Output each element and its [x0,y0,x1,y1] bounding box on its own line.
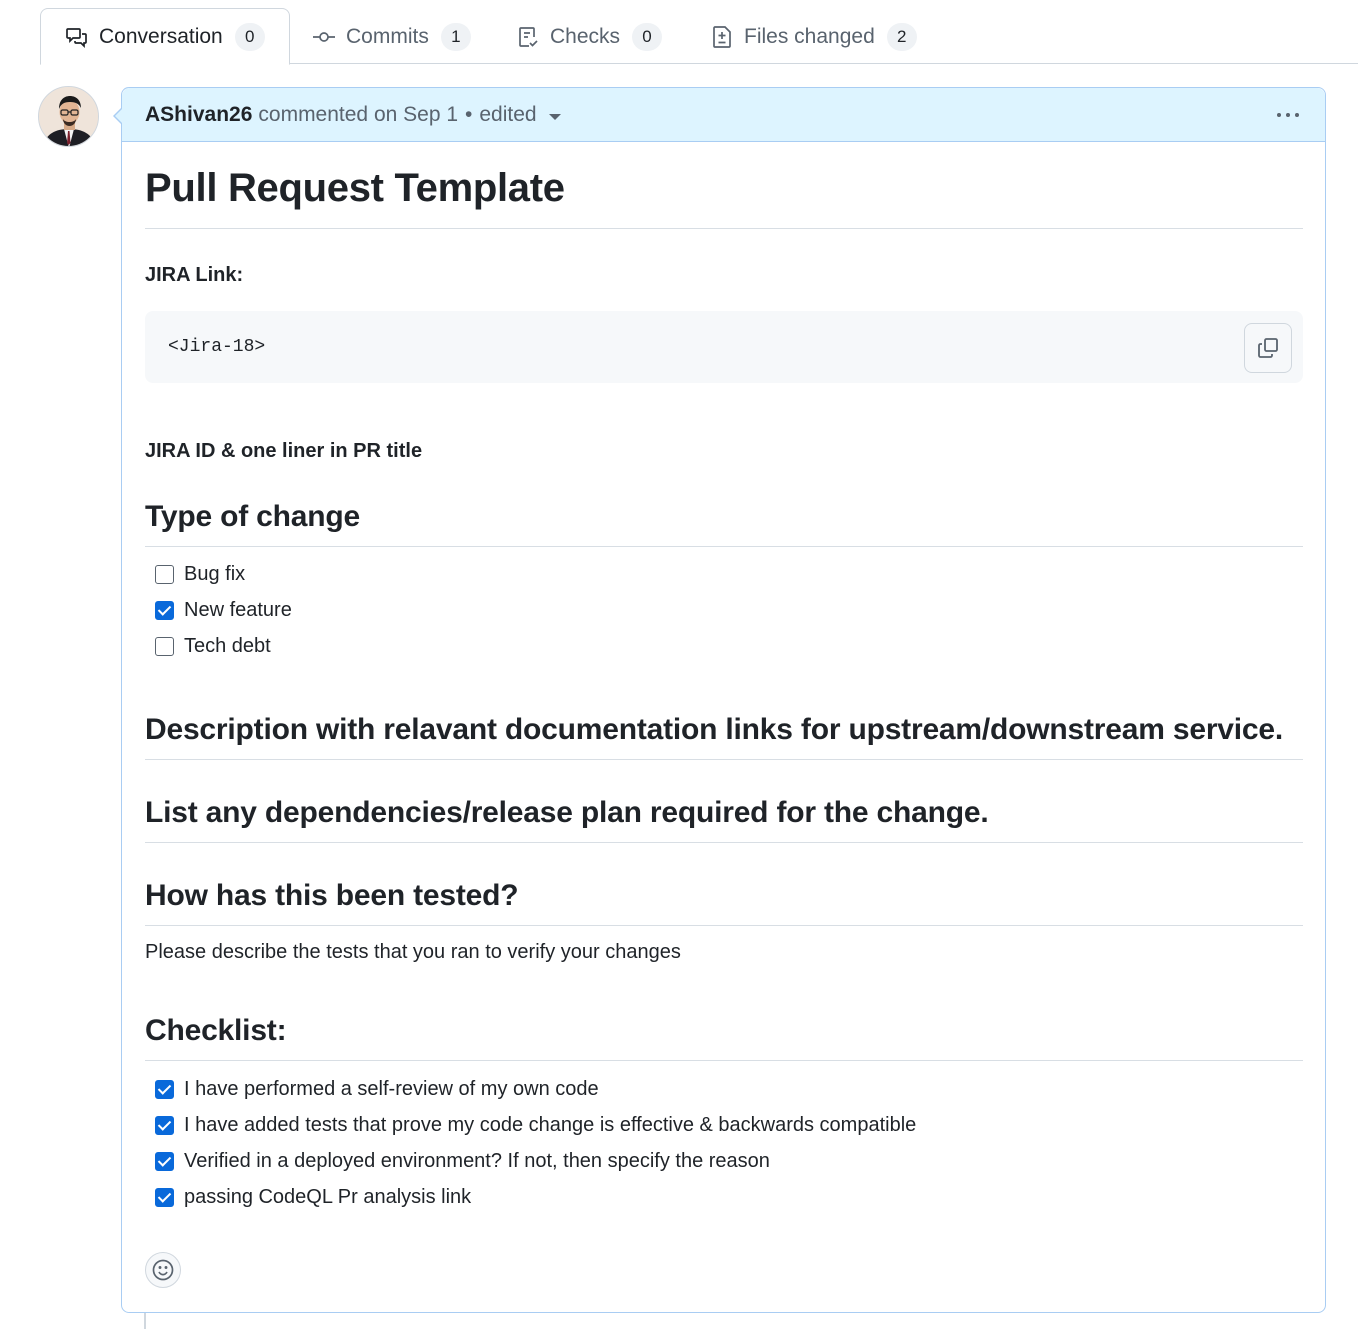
description-heading: Description with relavant documentation … [145,713,1284,746]
checkbox-verified-deployed[interactable] [155,1152,174,1171]
comment-header: AShivan26 commented on Sep 1 • edited [122,88,1325,142]
checkbox-new-feature[interactable] [155,601,174,620]
add-reaction-button[interactable] [145,1252,181,1288]
type-divider [145,546,1303,547]
checkbox-codeql[interactable] [155,1188,174,1207]
caret-down-icon [548,113,561,120]
checklist-heading: Checklist: [145,1014,287,1047]
tab-commits-label: Commits [346,24,429,48]
tab-commits-count: 1 [440,22,471,51]
comment-discussion-icon [66,27,87,48]
tab-files-changed-label: Files changed [744,24,875,48]
timeline-connector [144,1313,146,1329]
task-label: Tech debt [184,635,271,657]
comment-box: AShivan26 commented on Sep 1 • edited Pu… [113,87,1326,1313]
avatar[interactable] [38,86,99,147]
task-label: Verified in a deployed environment? If n… [184,1150,770,1172]
dependencies-divider [145,842,1303,843]
comment-author[interactable]: AShivan26 [145,103,252,127]
smiley-icon [152,1259,174,1281]
task-item-new-feature: New feature [155,599,292,622]
tab-conversation[interactable]: Conversation 0 [40,8,290,65]
kebab-menu-icon[interactable] [1277,103,1299,127]
edited-dropdown[interactable]: edited [479,102,561,127]
checklist-divider [145,1060,1303,1061]
tab-conversation-label: Conversation [99,24,223,48]
tab-checks[interactable]: Checks 0 [516,8,663,65]
task-item-tech-debt: Tech debt [155,635,271,658]
tab-checks-label: Checks [550,24,621,48]
copy-icon [1258,338,1278,358]
file-diff-icon [713,25,731,48]
checklist-item: I have added tests that prove my code ch… [155,1114,916,1137]
title-divider [145,228,1303,229]
copy-button[interactable] [1244,323,1292,373]
jira-note: JIRA ID & one liner in PR title [145,440,423,462]
type-of-change-heading: Type of change [145,500,361,533]
comment-meta[interactable]: commented on Sep 1 [258,103,458,127]
tab-conversation-count: 0 [234,22,265,51]
comment-separator: • [465,102,473,126]
task-item-bug-fix: Bug fix [155,563,245,586]
task-label: passing CodeQL Pr analysis link [184,1186,472,1208]
jira-link-label: JIRA Link: [145,264,244,286]
git-commit-icon [313,31,335,42]
description-divider [145,759,1303,760]
task-label: New feature [184,599,292,621]
task-label: I have added tests that prove my code ch… [184,1114,917,1136]
dependencies-heading: List any dependencies/release plan requi… [145,796,989,829]
code-block: <Jira-18> [145,311,1303,383]
edited-label: edited [479,102,537,126]
task-label: I have performed a self-review of my own… [184,1078,599,1100]
pr-tab-bar: Conversation 0 Commits 1 Checks 0 Files … [40,0,1358,65]
checklist-item: I have performed a self-review of my own… [155,1078,599,1101]
markdown-title: Pull Request Template [145,166,565,210]
tab-checks-count: 0 [632,22,663,51]
tab-commits[interactable]: Commits 1 [312,8,471,65]
checklist-item: passing CodeQL Pr analysis link [155,1186,471,1209]
tested-heading: How has this been tested? [145,879,519,912]
checkbox-self-review[interactable] [155,1080,174,1099]
tab-files-changed-count: 2 [886,22,917,51]
checkbox-tech-debt[interactable] [155,637,174,656]
tested-divider [145,925,1303,926]
tab-files-changed[interactable]: Files changed 2 [710,8,917,65]
checkbox-added-tests[interactable] [155,1116,174,1135]
code-block-text: <Jira-18> [168,337,266,357]
checklist-item: Verified in a deployed environment? If n… [155,1150,770,1173]
tested-description: Please describe the tests that you ran t… [145,941,681,963]
checklist-icon [519,26,538,47]
user-avatar-icon [39,87,98,146]
task-label: Bug fix [184,563,246,585]
checkbox-bug-fix[interactable] [155,565,174,584]
